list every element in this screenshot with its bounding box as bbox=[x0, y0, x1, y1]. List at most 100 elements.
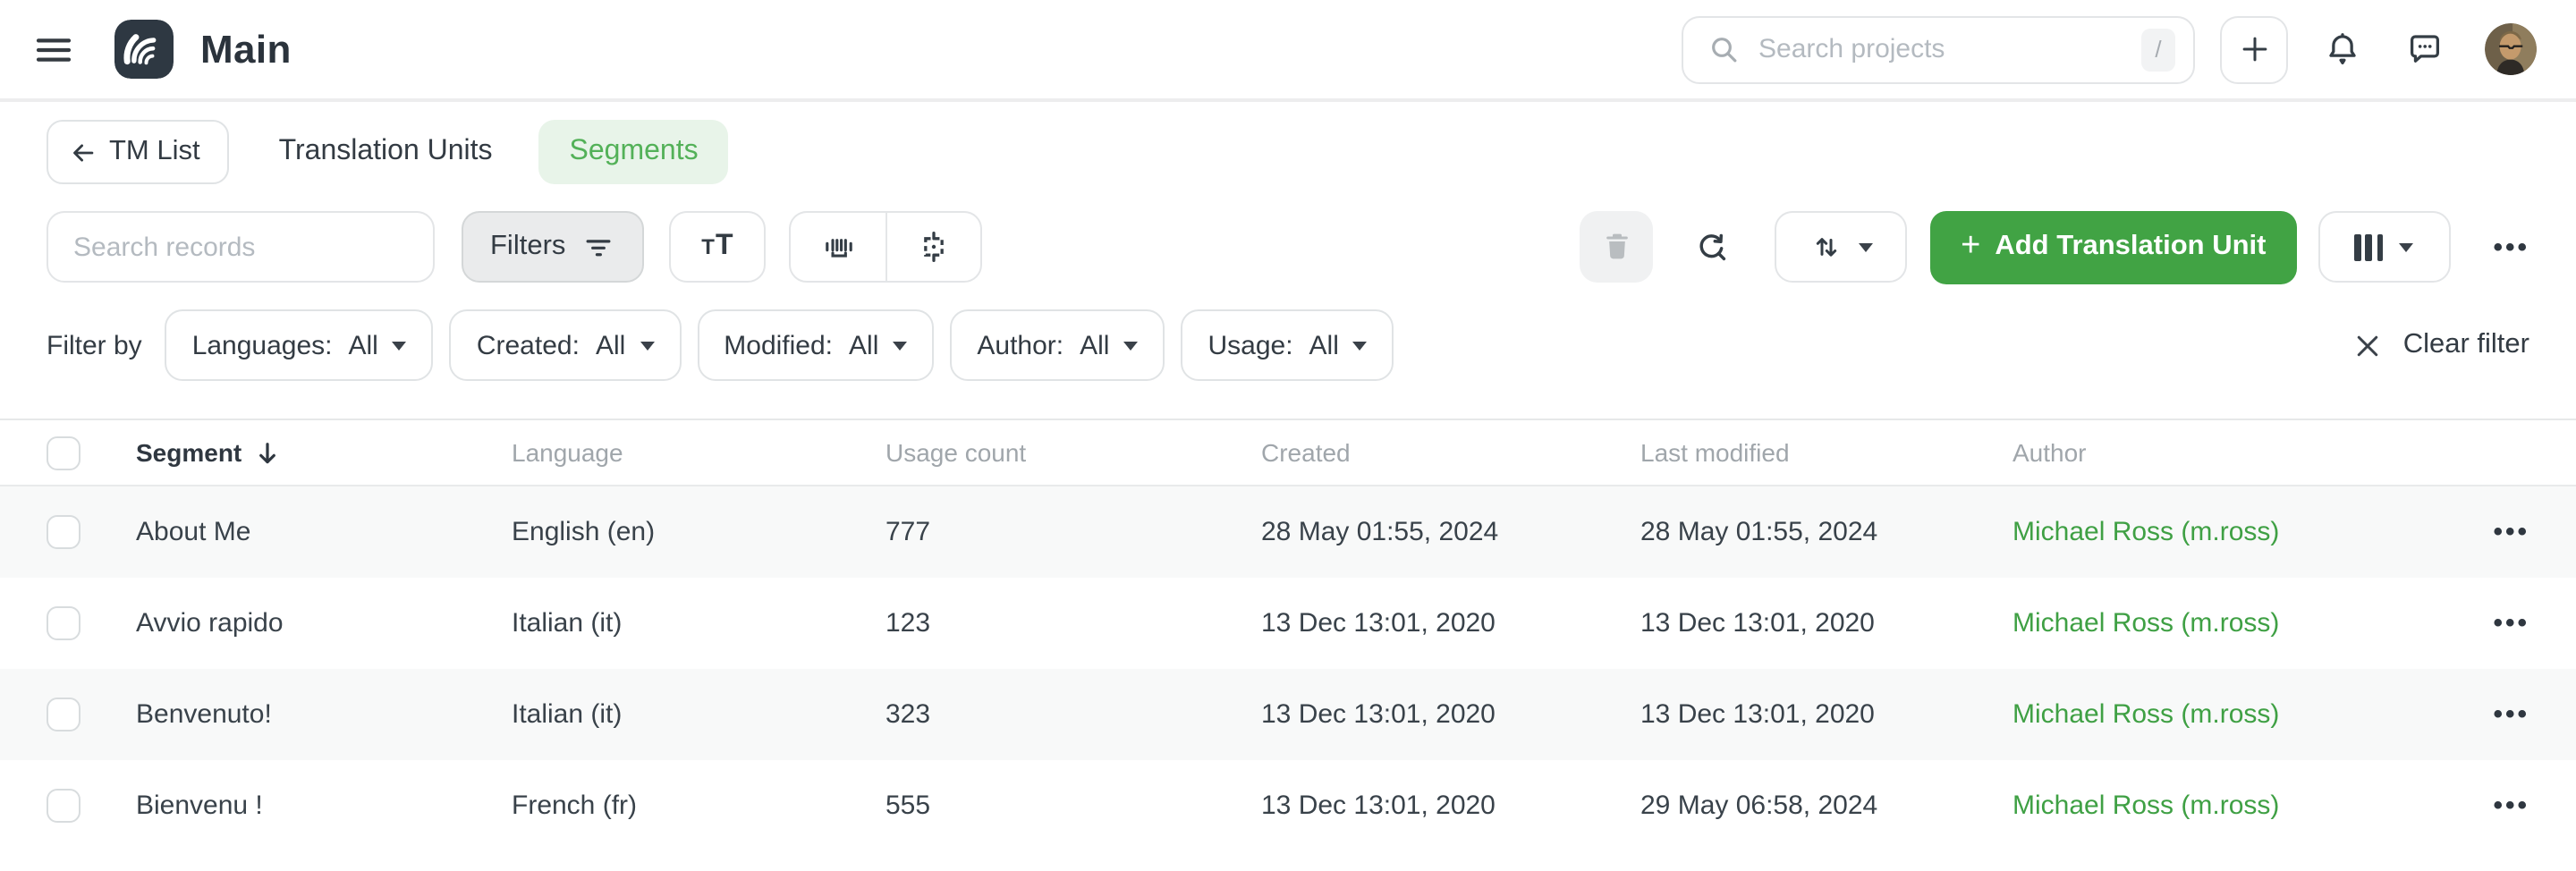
barcode-icon bbox=[818, 227, 858, 266]
filter-lines-icon bbox=[581, 230, 615, 264]
created-cell: 13 Dec 13:01, 2020 bbox=[1261, 791, 1640, 821]
filter-author-dropdown[interactable]: Author: All bbox=[950, 309, 1165, 381]
modified-cell: 13 Dec 13:01, 2020 bbox=[1640, 699, 2012, 730]
records-search[interactable] bbox=[47, 211, 435, 283]
filter-value: All bbox=[349, 330, 378, 360]
chat-bubble-icon bbox=[2404, 29, 2445, 70]
column-header-usage-count[interactable]: Usage count bbox=[886, 438, 1261, 467]
filter-name: Modified: bbox=[724, 330, 833, 360]
filter-value: All bbox=[1080, 330, 1109, 360]
top-header: Main / bbox=[0, 0, 2576, 102]
create-new-button[interactable] bbox=[2220, 15, 2288, 83]
row-actions-button[interactable]: ••• bbox=[2476, 608, 2529, 638]
search-projects-input[interactable] bbox=[1758, 34, 2141, 64]
clear-filter-button[interactable]: Clear filter bbox=[2355, 329, 2529, 361]
refresh-replace-button[interactable] bbox=[1692, 227, 1732, 266]
created-cell: 13 Dec 13:01, 2020 bbox=[1261, 699, 1640, 730]
filter-name: Author: bbox=[977, 330, 1063, 360]
sort-button[interactable] bbox=[1775, 211, 1907, 283]
row-checkbox[interactable] bbox=[47, 515, 80, 549]
plus-icon: + bbox=[1961, 227, 1980, 266]
filter-created-dropdown[interactable]: Created: All bbox=[450, 309, 681, 381]
modified-cell: 13 Dec 13:01, 2020 bbox=[1640, 608, 2012, 638]
bell-icon bbox=[2322, 29, 2363, 70]
filter-value: All bbox=[849, 330, 878, 360]
trash-icon bbox=[1598, 229, 1634, 265]
table-row[interactable]: Bienvenu ! French (fr) 555 13 Dec 13:01,… bbox=[0, 760, 2576, 851]
column-header-segment[interactable]: Segment bbox=[136, 438, 512, 467]
column-header-created[interactable]: Created bbox=[1261, 438, 1640, 467]
more-options-button[interactable]: ••• bbox=[2493, 232, 2529, 262]
columns-icon bbox=[2355, 233, 2384, 260]
chevron-down-icon bbox=[640, 341, 654, 350]
usage-count-cell: 323 bbox=[886, 699, 1261, 730]
usage-count-cell: 777 bbox=[886, 517, 1261, 547]
tab-segments[interactable]: Segments bbox=[539, 120, 729, 184]
author-link[interactable]: Michael Ross (m.ross) bbox=[2012, 791, 2476, 821]
segment-cell: Benvenuto! bbox=[136, 699, 512, 730]
language-cell: English (en) bbox=[512, 517, 886, 547]
row-actions-button[interactable]: ••• bbox=[2476, 791, 2529, 821]
column-header-language[interactable]: Language bbox=[512, 438, 886, 467]
filters-button-label: Filters bbox=[490, 231, 565, 263]
breadcrumb-tabs-row: TM List Translation Units Segments bbox=[0, 102, 2576, 202]
projects-search[interactable]: / bbox=[1682, 15, 2195, 83]
sort-desc-arrow-icon bbox=[254, 439, 281, 466]
view-mode-group bbox=[789, 211, 982, 283]
select-all-checkbox[interactable] bbox=[47, 436, 80, 469]
segment-cell: About Me bbox=[136, 517, 512, 547]
filter-by-label: Filter by bbox=[47, 330, 142, 360]
back-button-label: TM List bbox=[109, 136, 200, 168]
created-cell: 28 May 01:55, 2024 bbox=[1261, 517, 1640, 547]
row-checkbox[interactable] bbox=[47, 789, 80, 823]
notifications-button[interactable] bbox=[2322, 29, 2363, 70]
row-actions-button[interactable]: ••• bbox=[2476, 517, 2529, 547]
feedback-button[interactable] bbox=[2404, 29, 2445, 70]
language-cell: Italian (it) bbox=[512, 699, 886, 730]
segment-cell: Avvio rapido bbox=[136, 608, 512, 638]
chevron-down-icon bbox=[2399, 242, 2413, 251]
filter-modified-dropdown[interactable]: Modified: All bbox=[697, 309, 934, 381]
usage-count-cell: 555 bbox=[886, 791, 1261, 821]
keyboard-shortcut-badge: / bbox=[2141, 28, 2175, 71]
table-row[interactable]: Avvio rapido Italian (it) 123 13 Dec 13:… bbox=[0, 578, 2576, 669]
modified-cell: 29 May 06:58, 2024 bbox=[1640, 791, 2012, 821]
app-logo[interactable] bbox=[114, 20, 174, 79]
back-to-tm-list-button[interactable]: TM List bbox=[47, 120, 229, 184]
barcode-view-button[interactable] bbox=[791, 213, 886, 281]
delete-button[interactable] bbox=[1580, 211, 1653, 283]
segment-cell: Bienvenu ! bbox=[136, 791, 512, 821]
author-link[interactable]: Michael Ross (m.ross) bbox=[2012, 517, 2476, 547]
column-header-last-modified[interactable]: Last modified bbox=[1640, 438, 2012, 467]
search-records-input[interactable] bbox=[73, 232, 408, 262]
chevron-down-icon bbox=[893, 341, 907, 350]
author-link[interactable]: Michael Ross (m.ross) bbox=[2012, 699, 2476, 730]
filter-usage-dropdown[interactable]: Usage: All bbox=[1181, 309, 1394, 381]
search-icon bbox=[1707, 31, 1742, 67]
plus-icon bbox=[2237, 32, 2271, 66]
columns-button[interactable] bbox=[2318, 211, 2450, 283]
author-link[interactable]: Michael Ross (m.ross) bbox=[2012, 608, 2476, 638]
filters-button[interactable]: Filters bbox=[462, 211, 644, 283]
chevron-down-icon bbox=[1859, 242, 1873, 251]
add-button-label: Add Translation Unit bbox=[1995, 231, 2266, 263]
user-avatar[interactable] bbox=[2485, 23, 2537, 75]
add-translation-unit-button[interactable]: + Add Translation Unit bbox=[1930, 210, 2296, 283]
hamburger-menu-icon[interactable] bbox=[30, 26, 77, 72]
table-row[interactable]: About Me English (en) 777 28 May 01:55, … bbox=[0, 486, 2576, 578]
app-window: Main / bbox=[0, 0, 2576, 871]
language-cell: Italian (it) bbox=[512, 608, 886, 638]
frame-view-button[interactable] bbox=[886, 213, 980, 281]
language-cell: French (fr) bbox=[512, 791, 886, 821]
row-checkbox[interactable] bbox=[47, 698, 80, 731]
row-checkbox[interactable] bbox=[47, 606, 80, 640]
column-header-author[interactable]: Author bbox=[2012, 438, 2476, 467]
close-icon bbox=[2355, 332, 2382, 359]
table-row[interactable]: Benvenuto! Italian (it) 323 13 Dec 13:01… bbox=[0, 669, 2576, 760]
text-case-button[interactable]: TT bbox=[669, 211, 766, 283]
filter-languages-dropdown[interactable]: Languages: All bbox=[165, 309, 434, 381]
filter-bar: Filter by Languages: All Created: All Mo… bbox=[0, 302, 2576, 388]
row-actions-button[interactable]: ••• bbox=[2476, 699, 2529, 730]
filter-value: All bbox=[1309, 330, 1339, 360]
tab-translation-units[interactable]: Translation Units bbox=[279, 136, 493, 168]
